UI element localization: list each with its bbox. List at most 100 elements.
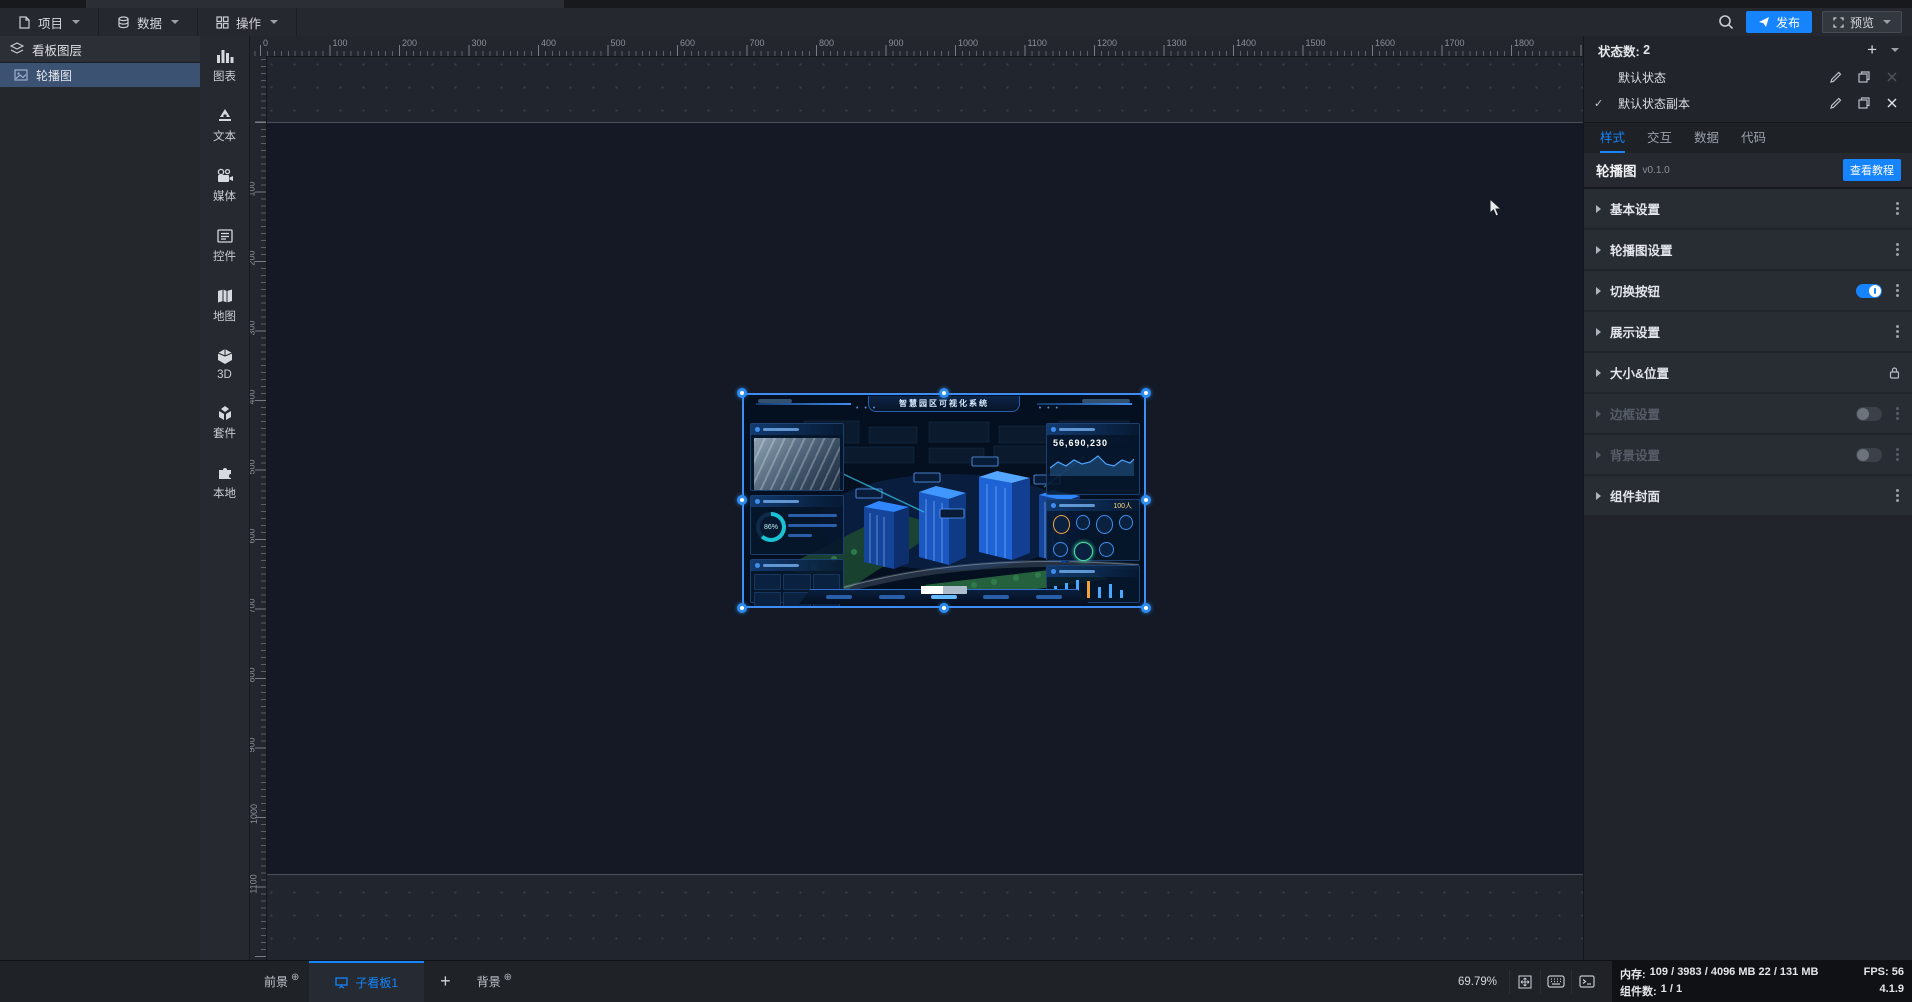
bar-chart-icon [216, 50, 233, 63]
dock-item-kit[interactable]: 套件 [213, 405, 236, 441]
states-header: 状态数: 2 + [1584, 36, 1912, 64]
fit-screen-icon[interactable] [1509, 969, 1540, 994]
selection-handle-top-right[interactable] [1141, 388, 1151, 398]
section-toggle-button[interactable]: 切换按钮 [1584, 271, 1912, 310]
dock-item-charts[interactable]: 图表 [213, 48, 236, 84]
add-state-button[interactable]: + [1867, 40, 1877, 60]
menu-project[interactable]: 项目 [0, 8, 100, 36]
ruler-tick-label: 800 [250, 667, 257, 683]
publish-label: 发布 [1775, 15, 1800, 30]
ruler-tick-label: 1100 [1027, 38, 1047, 48]
ruler-tick-label: 1100 [250, 873, 259, 894]
tab-interaction[interactable]: 交互 [1647, 127, 1672, 153]
ruler-tick-label: 1400 [1236, 38, 1257, 48]
selection-handle-bottom-left[interactable] [737, 603, 747, 613]
document-icon [19, 15, 30, 29]
kebab-menu-icon[interactable] [1894, 487, 1901, 504]
tab-style[interactable]: 样式 [1600, 127, 1626, 153]
image-icon [14, 69, 28, 81]
section-component-cover[interactable]: 组件封面 [1584, 476, 1912, 515]
section-border-settings[interactable]: 边框设置 [1584, 394, 1912, 433]
selection-rectangle [742, 393, 1146, 608]
edit-icon[interactable] [1829, 70, 1843, 84]
selection-handle-top-left[interactable] [737, 388, 747, 398]
ruler-tick-label: 100 [332, 38, 348, 48]
ruler-tick-label: 500 [250, 458, 257, 475]
tab-data[interactable]: 数据 [1694, 127, 1719, 153]
dock-item-3d[interactable]: 3D [216, 348, 234, 381]
subboard-tab-label: 子看板1 [355, 976, 399, 990]
add-foreground-icon[interactable]: ⊕ [291, 972, 299, 983]
component-count-label: 组件数: [1620, 986, 1657, 998]
ruler-tick-label: 0 [263, 38, 269, 48]
toggle-on[interactable] [1856, 283, 1882, 298]
expand-arrow-icon [1596, 204, 1601, 213]
foreground-button[interactable]: 前景 ⊕ [254, 961, 309, 1002]
view-tutorial-button[interactable]: 查看教程 [1843, 159, 1901, 181]
ruler-tick-label: 900 [888, 38, 904, 48]
section-background-settings[interactable]: 背景设置 [1584, 435, 1912, 474]
component-count-value: 1 / 1 [1660, 983, 1683, 995]
kebab-menu-icon[interactable] [1894, 323, 1901, 340]
duplicate-icon[interactable] [1857, 96, 1871, 110]
ruler-tick-label: 400 [541, 38, 557, 48]
component-version: v0.1.0 [1642, 164, 1670, 176]
duplicate-icon[interactable] [1857, 70, 1871, 84]
selection-handle-mid-left[interactable] [737, 495, 747, 505]
foreground-label: 前景 [264, 975, 289, 989]
layer-item-label: 轮播图 [36, 68, 73, 83]
toggle-off[interactable] [1856, 447, 1882, 462]
selection-handle-mid-right[interactable] [1141, 495, 1151, 505]
add-board-button[interactable]: + [424, 961, 467, 1002]
dock-item-controls[interactable]: 控件 [213, 228, 236, 264]
video-camera-icon [217, 168, 233, 182]
dock-item-text[interactable]: 文本 [213, 108, 236, 144]
section-carousel-settings[interactable]: 轮播图设置 [1584, 230, 1912, 269]
kebab-menu-icon[interactable] [1894, 241, 1901, 258]
keyboard-shortcuts-icon[interactable] [1540, 969, 1571, 994]
edit-icon[interactable] [1829, 96, 1843, 110]
dock-item-local[interactable]: 本地 [213, 465, 236, 501]
selection-handle-top-center[interactable] [939, 388, 949, 398]
dock-item-map[interactable]: 地图 [213, 288, 236, 324]
section-display-settings[interactable]: 展示设置 [1584, 312, 1912, 351]
layer-item-carousel[interactable]: 轮播图 [0, 63, 200, 87]
zoom-percentage[interactable]: 69.79% [1446, 976, 1509, 988]
expand-arrow-icon [1596, 286, 1601, 295]
lock-icon[interactable] [1887, 366, 1901, 380]
state-row-default-copy[interactable]: ✓ 默认状态副本 [1584, 90, 1912, 116]
mouse-cursor [1489, 198, 1503, 218]
preview-button[interactable]: 预览 [1821, 11, 1902, 33]
ruler-tick-label: 1800 [1514, 38, 1535, 48]
search-icon[interactable] [1716, 12, 1736, 32]
section-label: 背景设置 [1610, 449, 1661, 463]
section-size-position[interactable]: 大小&位置 [1584, 353, 1912, 392]
kebab-menu-icon[interactable] [1894, 282, 1901, 299]
toggle-off[interactable] [1856, 406, 1882, 421]
kebab-menu-icon[interactable] [1894, 200, 1901, 217]
state-name: 默认状态副本 [1618, 96, 1691, 111]
ruler-tick-label: 1600 [1375, 38, 1396, 48]
section-basic-settings[interactable]: 基本设置 [1584, 189, 1912, 228]
horizontal-ruler: 0 100 200 300 400 500 600 700 800 900 1000 1100 1200… [250, 36, 1583, 57]
layers-panel-title: 看板图层 [32, 43, 83, 58]
selection-handle-bottom-center[interactable] [939, 603, 949, 613]
menu-actions[interactable]: 操作 [198, 8, 298, 36]
console-icon[interactable] [1571, 969, 1602, 994]
subboard-tab[interactable]: 子看板1 [309, 961, 425, 1002]
selection-handle-bottom-right[interactable] [1141, 603, 1151, 613]
tab-code[interactable]: 代码 [1741, 127, 1766, 153]
delete-icon[interactable] [1885, 96, 1899, 110]
kit-box-icon [218, 406, 231, 420]
menu-data[interactable]: 数据 [99, 8, 199, 36]
collapse-states-icon[interactable] [1891, 48, 1899, 52]
publish-button[interactable]: 发布 [1745, 11, 1812, 33]
add-background-icon[interactable]: ⊕ [504, 972, 512, 983]
state-row-default[interactable]: 默认状态 [1584, 64, 1912, 90]
canvas[interactable]: 0 100 200 300 400 500 600 700 800 900 1000 1100 1200… [250, 36, 1583, 960]
expand-arrow-icon [1596, 409, 1601, 418]
inspector-tabs: 样式 交互 数据 代码 [1584, 122, 1912, 153]
dock-label: 本地 [213, 488, 236, 500]
dock-item-media[interactable]: 媒体 [213, 168, 236, 204]
background-button[interactable]: 背景 ⊕ [467, 961, 522, 1002]
